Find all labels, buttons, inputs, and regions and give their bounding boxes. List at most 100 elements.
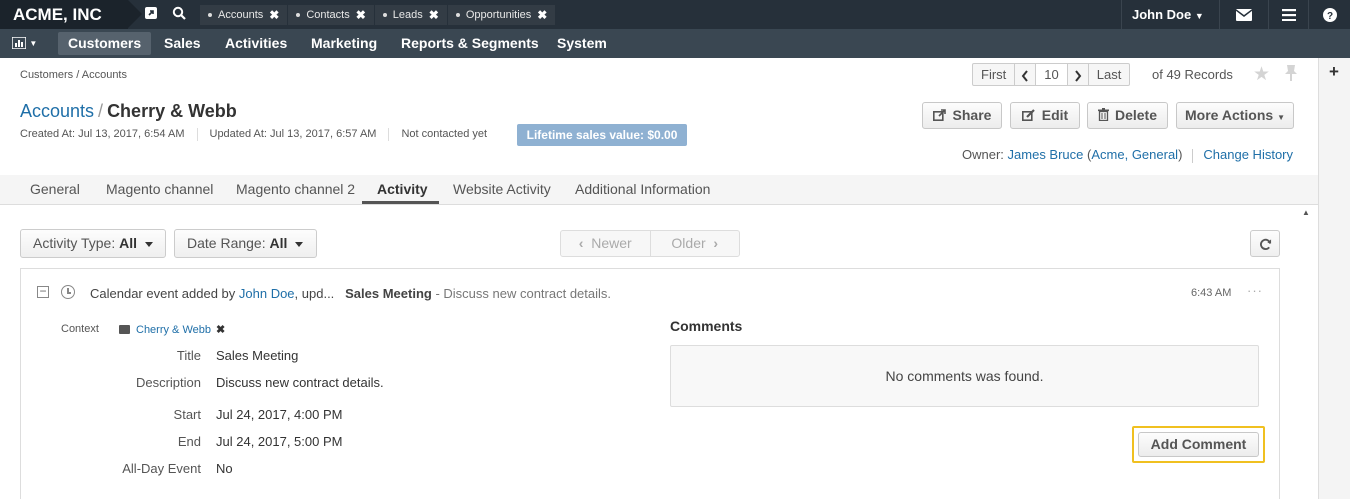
email-button[interactable] xyxy=(1219,0,1268,29)
record-tabs: General Magento channel Magento channel … xyxy=(0,175,1318,205)
top-bar: ACME, INC Accounts ✖ Contacts ✖ Leads ✖ Opp… xyxy=(0,0,1350,29)
help-button[interactable]: ? xyxy=(1308,0,1350,29)
scroll-up-arrow-icon[interactable]: ▲ xyxy=(1302,208,1310,217)
close-icon[interactable]: ✖ xyxy=(269,5,279,25)
question-icon: ? xyxy=(1322,8,1337,23)
nav-reports-segments[interactable]: Reports & Segments xyxy=(391,32,549,55)
refresh-icon xyxy=(1259,238,1271,250)
tab-magento-channel[interactable]: Magento channel xyxy=(106,181,213,197)
owner-link[interactable]: James Bruce xyxy=(1008,147,1084,162)
pager-next[interactable] xyxy=(1068,64,1089,85)
activity-type-value: All xyxy=(119,235,137,251)
context-label: Context xyxy=(61,323,99,335)
remove-context-icon[interactable]: ✖ xyxy=(216,324,225,336)
tab-website-activity[interactable]: Website Activity xyxy=(453,181,551,197)
edit-button[interactable]: Edit xyxy=(1010,102,1080,129)
dashboard-icon xyxy=(11,36,27,50)
more-actions-label: More Actions xyxy=(1185,107,1274,123)
context-link[interactable]: Cherry & Webb xyxy=(136,324,211,336)
close-icon[interactable]: ✖ xyxy=(356,5,366,25)
trash-icon xyxy=(1097,108,1109,122)
bullet-icon xyxy=(382,13,387,17)
breadcrumb: Customers / Accounts xyxy=(20,69,127,81)
search-icon[interactable] xyxy=(171,6,187,22)
pinned-tab-leads[interactable]: Leads ✖ xyxy=(374,5,448,25)
add-widget-icon[interactable]: + xyxy=(1329,62,1339,82)
pinned-tab-contacts[interactable]: Contacts ✖ xyxy=(288,5,375,25)
newer-button[interactable]: ‹ Newer xyxy=(561,231,651,256)
pinned-tabs: Accounts ✖ Contacts ✖ Leads ✖ Opportunities… xyxy=(200,5,557,25)
nav-activities[interactable]: Activities xyxy=(215,32,297,55)
nav-sales[interactable]: Sales xyxy=(154,32,211,55)
activity-time: 6:43 AM xyxy=(1191,287,1232,299)
brand-logo[interactable]: ACME, INC xyxy=(0,0,142,29)
share-button[interactable]: Share xyxy=(922,102,1002,129)
tab-general[interactable]: General xyxy=(30,181,80,197)
active-tab-indicator xyxy=(362,201,439,204)
user-name: John Doe xyxy=(1132,7,1192,22)
activity-summary[interactable]: Calendar event added by John Doe, upd...… xyxy=(90,286,611,301)
field-value-end: Jul 24, 2017, 5:00 PM xyxy=(216,434,343,449)
pager-current[interactable]: 10 xyxy=(1036,64,1068,85)
delete-label: Delete xyxy=(1114,107,1158,123)
user-menu[interactable]: John Doe ▼ xyxy=(1121,0,1219,29)
add-comment-button[interactable]: Add Comment xyxy=(1138,432,1259,457)
activity-author-link[interactable]: John Doe xyxy=(239,286,295,301)
clock-icon xyxy=(61,285,75,299)
context-tag: Cherry & Webb ✖ xyxy=(119,323,225,336)
tab-additional-information[interactable]: Additional Information xyxy=(575,181,710,197)
contact-status: Not contacted yet xyxy=(401,128,488,140)
close-icon[interactable]: ✖ xyxy=(429,5,439,25)
change-history-link[interactable]: Change History xyxy=(1203,147,1293,162)
pager-first[interactable]: First xyxy=(973,64,1016,85)
field-label-title: Title xyxy=(176,348,201,363)
field-value-start: Jul 24, 2017, 4:00 PM xyxy=(216,407,343,422)
nav-marketing[interactable]: Marketing xyxy=(301,32,387,55)
newer-label: Newer xyxy=(591,235,632,251)
dashboard-menu[interactable]: ▼ xyxy=(11,35,37,50)
more-options-icon[interactable]: ··· xyxy=(1247,283,1263,298)
title-breadcrumb-link[interactable]: Accounts xyxy=(20,101,94,121)
close-icon[interactable]: ✖ xyxy=(537,5,547,25)
owner-label: Owner: xyxy=(962,147,1004,162)
record-meta: Created At: Jul 13, 2017, 6:54 AM Update… xyxy=(20,128,511,141)
nav-customers[interactable]: Customers xyxy=(58,32,152,55)
add-comment-focus-ring: Add Comment xyxy=(1132,426,1265,463)
record-pager: First 10 Last xyxy=(972,63,1131,86)
pin-icon[interactable] xyxy=(1284,64,1298,82)
pinned-tab-opportunities[interactable]: Opportunities ✖ xyxy=(447,5,557,25)
more-actions-button[interactable]: More Actions ▼ xyxy=(1176,102,1294,129)
owner-line: Owner: James Bruce (Acme, General) Change… xyxy=(962,147,1294,163)
activity-type-filter[interactable]: Activity Type: All xyxy=(20,229,166,258)
updated-at: Updated At: Jul 13, 2017, 6:57 AM xyxy=(210,128,390,141)
edit-label: Edit xyxy=(1041,107,1069,123)
pinned-tab-accounts[interactable]: Accounts ✖ xyxy=(200,5,289,25)
records-count: of 49 Records xyxy=(1152,67,1233,82)
date-range-value: All xyxy=(269,235,288,251)
chevron-left-icon: ‹ xyxy=(578,235,584,251)
date-range-filter[interactable]: Date Range: All xyxy=(174,229,317,258)
refresh-button[interactable] xyxy=(1250,230,1280,257)
chevron-right-icon: › xyxy=(713,235,719,251)
bullet-icon xyxy=(455,13,460,17)
pinned-tab-label: Opportunities xyxy=(465,9,532,21)
menu-button[interactable] xyxy=(1268,0,1308,29)
caret-down-icon xyxy=(145,241,153,247)
created-at: Created At: Jul 13, 2017, 6:54 AM xyxy=(20,128,198,141)
external-link-icon[interactable] xyxy=(143,6,159,22)
collapse-icon[interactable]: − xyxy=(37,285,49,298)
tab-magento-channel-2[interactable]: Magento channel 2 xyxy=(236,181,355,197)
pager-last[interactable]: Last xyxy=(1089,64,1130,85)
owner-org-link[interactable]: Acme, General xyxy=(1091,147,1178,162)
older-button[interactable]: Older › xyxy=(651,231,740,256)
favorite-star-icon[interactable]: ★ xyxy=(1253,63,1270,86)
svg-text:?: ? xyxy=(1326,11,1332,22)
main-navigation: ▼ Customers Sales Activities Marketing R… xyxy=(0,29,1350,58)
edit-icon xyxy=(1021,109,1035,121)
bullet-icon xyxy=(208,13,212,17)
tab-activity[interactable]: Activity xyxy=(377,181,428,197)
caret-down-icon: ▼ xyxy=(1194,11,1204,21)
delete-button[interactable]: Delete xyxy=(1087,102,1168,129)
nav-system[interactable]: System xyxy=(547,32,617,55)
pager-prev[interactable] xyxy=(1015,64,1037,85)
